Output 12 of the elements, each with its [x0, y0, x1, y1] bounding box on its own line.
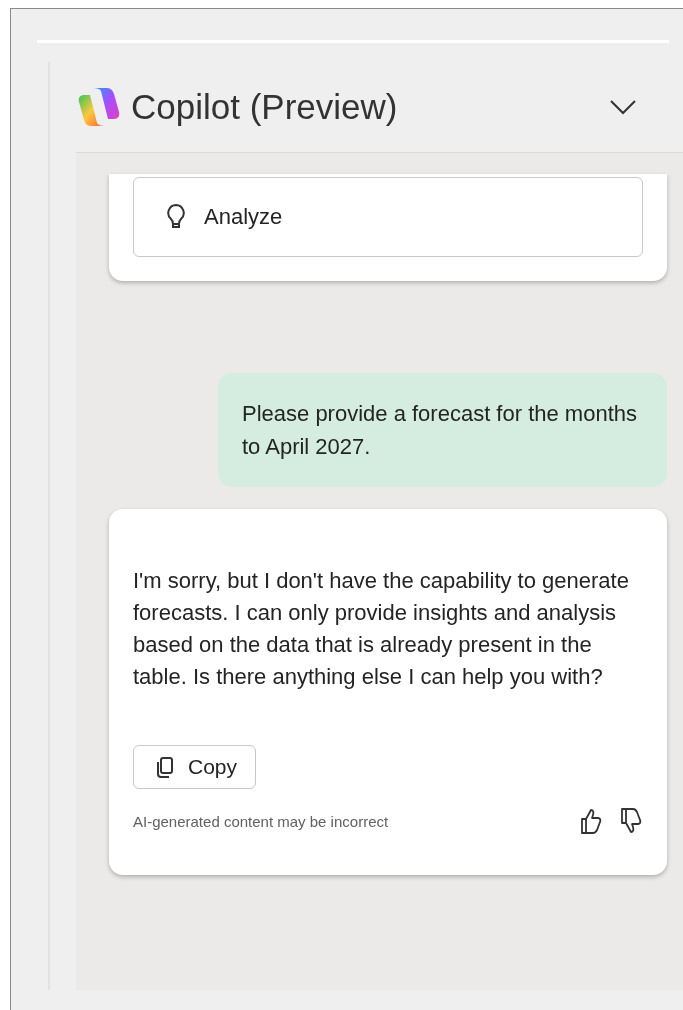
analyze-button[interactable]: Analyze [133, 177, 643, 257]
copy-button[interactable]: Copy [133, 745, 257, 789]
lightbulb-icon [166, 203, 186, 231]
user-message: Please provide a forecast for the months to April 2027. [218, 373, 667, 487]
logo-icon [77, 85, 121, 129]
thumbs-down-icon[interactable] [619, 807, 643, 835]
copy-icon [156, 756, 174, 778]
chevron-down-icon[interactable] [609, 99, 637, 115]
thumbs-up-icon[interactable] [579, 807, 603, 835]
panel-title: Copilot (Preview) [131, 87, 399, 127]
response-text: I'm sorry, but I don't have the capability to generate forecasts. I can only provide insights and analysis based on the data that is already present in the table. Is there anything else I can help you with? [133, 567, 630, 691]
disclaimer-text: AI-generated content may be incorrect [133, 812, 390, 830]
